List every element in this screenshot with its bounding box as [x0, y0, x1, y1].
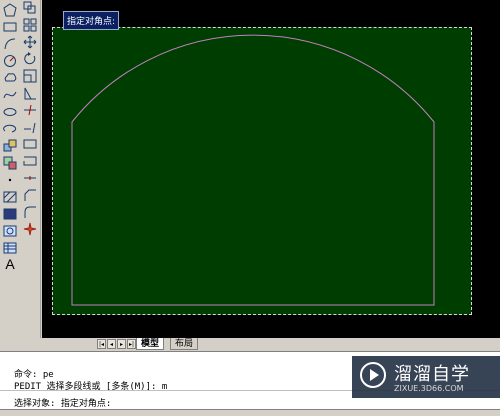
- trim-icon[interactable]: [22, 102, 38, 118]
- first-tab-icon[interactable]: |◂: [97, 339, 106, 349]
- prev-tab-icon[interactable]: ◂: [107, 339, 116, 349]
- fillet-icon[interactable]: [22, 204, 38, 220]
- modify-toolbar: [20, 0, 41, 346]
- watermark-subtitle: ZIXUE.3D66.COM: [394, 384, 464, 393]
- watermark-logo: 溜溜自学 ZIXUE.3D66.COM: [352, 356, 500, 398]
- revision-cloud-icon[interactable]: [2, 70, 18, 86]
- ellipse-icon[interactable]: [2, 104, 18, 120]
- scale-icon[interactable]: [22, 68, 38, 84]
- polygon-icon[interactable]: [2, 2, 18, 18]
- watermark-title: 溜溜自学: [394, 364, 470, 385]
- next-tab-icon[interactable]: ▸: [117, 339, 126, 349]
- circle-icon[interactable]: [2, 53, 18, 69]
- region-icon[interactable]: [2, 223, 18, 239]
- command-prompt-input[interactable]: 选择对象: 指定对角点:: [14, 396, 111, 409]
- gradient-icon[interactable]: [2, 206, 18, 222]
- tab-layout[interactable]: 布局: [170, 338, 199, 350]
- draw-toolbar: A: [0, 0, 21, 346]
- drawing-canvas[interactable]: 指定对角点:: [42, 0, 500, 338]
- move-icon[interactable]: [22, 34, 38, 50]
- extend-icon[interactable]: [22, 119, 38, 135]
- spline-icon[interactable]: [2, 87, 18, 103]
- break-at-point-icon[interactable]: [22, 136, 38, 152]
- hatch-icon[interactable]: [2, 189, 18, 205]
- play-icon: [360, 362, 386, 388]
- tab-navigation: |◂ ◂ ▸ ▸|: [97, 338, 137, 350]
- rotate-icon[interactable]: [22, 51, 38, 67]
- table-icon[interactable]: [2, 240, 18, 256]
- chamfer-icon[interactable]: [22, 187, 38, 203]
- tab-model[interactable]: 模型: [136, 338, 165, 350]
- array-icon[interactable]: [22, 17, 38, 33]
- ellipse-arc-icon[interactable]: [2, 121, 18, 137]
- rectangle-icon[interactable]: [2, 19, 18, 35]
- join-icon[interactable]: [22, 170, 38, 186]
- explode-icon[interactable]: [22, 221, 38, 237]
- multiline-text-button[interactable]: A: [2, 256, 18, 272]
- drawn-polyline-shape[interactable]: [42, 0, 500, 338]
- break-icon[interactable]: [22, 153, 38, 169]
- point-icon[interactable]: [2, 172, 18, 188]
- arc-icon[interactable]: [2, 36, 18, 52]
- insert-block-icon[interactable]: [2, 138, 18, 154]
- copy-icon[interactable]: [22, 0, 38, 16]
- layout-tabs-bar: |◂ ◂ ▸ ▸| 模型 布局: [0, 338, 500, 350]
- stretch-icon[interactable]: [22, 85, 38, 101]
- last-tab-icon[interactable]: ▸|: [127, 339, 136, 349]
- make-block-icon[interactable]: [2, 155, 18, 171]
- dynamic-input-tooltip: 指定对角点:: [63, 11, 120, 30]
